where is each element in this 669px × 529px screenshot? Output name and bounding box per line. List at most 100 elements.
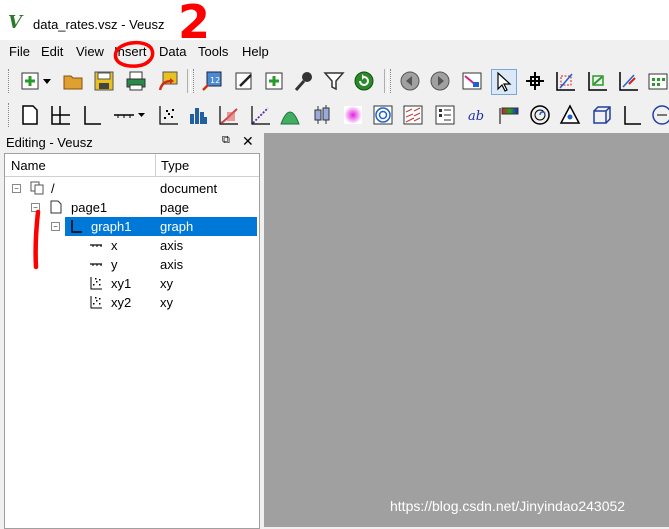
tree-row[interactable]: − / document xyxy=(5,179,257,198)
edit-data-icon[interactable] xyxy=(232,69,256,93)
editing-panel: Editing - Veusz ⧉ ✕ Name Type − / docume… xyxy=(0,133,262,529)
axis-icon[interactable] xyxy=(112,103,146,127)
toolbar-grip[interactable] xyxy=(8,69,12,93)
tree-item-name: xy2 xyxy=(111,295,132,310)
menu-edit[interactable]: Edit xyxy=(41,44,63,59)
menu-bar: File Edit View Insert Data Tools Help xyxy=(0,42,669,62)
window-title: data_rates.vsz - Veusz xyxy=(33,17,165,32)
colorbar-icon[interactable] xyxy=(497,103,521,127)
bar-icon[interactable] xyxy=(186,103,210,127)
axis-icon xyxy=(90,263,102,266)
open-folder-icon[interactable] xyxy=(61,69,85,93)
image-icon[interactable] xyxy=(341,103,365,127)
zoom-out-icon[interactable] xyxy=(616,69,640,93)
select-pointer-icon[interactable] xyxy=(491,69,517,95)
tree-item-name: xy1 xyxy=(111,276,132,291)
tree-item-type: graph xyxy=(160,219,194,234)
toolbar-grip[interactable] xyxy=(193,69,197,93)
tree-row[interactable]: xy2 xy xyxy=(5,293,257,312)
document-root-icon xyxy=(30,181,44,195)
tree-item-type: axis xyxy=(160,257,184,272)
tree-item-type: axis xyxy=(160,238,184,253)
ellipse-icon[interactable] xyxy=(650,103,669,127)
xy-icon[interactable] xyxy=(156,103,180,127)
close-icon[interactable]: ✕ xyxy=(242,133,254,150)
axis-icon xyxy=(90,244,102,247)
menu-tools[interactable]: Tools xyxy=(198,44,228,59)
collapse-icon[interactable]: − xyxy=(51,222,60,231)
graph-icon xyxy=(71,220,82,233)
xy-icon xyxy=(90,296,102,309)
histogram-icon[interactable] xyxy=(278,103,302,127)
previous-page-icon[interactable] xyxy=(398,69,422,93)
contour-icon[interactable] xyxy=(371,103,395,127)
graph-icon[interactable] xyxy=(80,103,104,127)
title-bar: V data_rates.vsz - Veusz xyxy=(0,0,669,40)
tree-row[interactable]: − page1 page xyxy=(5,198,257,217)
dropdown-arrow-icon[interactable] xyxy=(40,69,54,93)
zoom-graph-icon[interactable] xyxy=(460,69,484,93)
tree-item-name: page1 xyxy=(71,200,108,215)
fit-icon[interactable] xyxy=(216,103,240,127)
widget-tree[interactable]: Name Type − / document − page1 page − gr… xyxy=(4,153,260,529)
capture-data-icon[interactable] xyxy=(292,69,316,93)
reload-data-icon[interactable] xyxy=(352,69,376,93)
panel-title: Editing - Veusz xyxy=(6,135,93,150)
pick-point-icon[interactable] xyxy=(523,69,547,93)
function-icon[interactable] xyxy=(248,103,272,127)
grid-icon[interactable] xyxy=(48,103,72,127)
tree-row[interactable]: y axis xyxy=(5,255,257,274)
tree-row-selected[interactable]: − graph1 graph xyxy=(5,217,257,236)
zoom-in-icon[interactable] xyxy=(585,69,609,93)
menu-insert[interactable]: Insert xyxy=(114,44,147,59)
menu-help[interactable]: Help xyxy=(242,44,269,59)
menu-view[interactable]: View xyxy=(76,44,104,59)
tree-item-name: graph1 xyxy=(91,219,132,234)
toolbar-grip[interactable] xyxy=(8,103,12,127)
zoom-axes-icon[interactable] xyxy=(553,69,577,93)
tree-item-name: y xyxy=(111,257,118,272)
page-icon xyxy=(50,200,62,214)
ternary-icon[interactable] xyxy=(558,103,582,127)
collapse-icon[interactable]: − xyxy=(31,203,40,212)
menu-data[interactable]: Data xyxy=(159,44,186,59)
tree-header: Name Type xyxy=(5,154,259,177)
float-panel-icon[interactable]: ⧉ xyxy=(222,134,230,147)
toolbar-grip[interactable] xyxy=(390,69,394,93)
print-icon[interactable] xyxy=(124,69,148,93)
label-icon[interactable]: ab xyxy=(465,103,489,127)
tree-item-name: x xyxy=(111,238,118,253)
tree-item-type: xy xyxy=(160,276,173,291)
import-data-icon[interactable]: 12 xyxy=(200,69,224,93)
boxplot-icon[interactable] xyxy=(310,103,334,127)
polar-icon[interactable] xyxy=(528,103,552,127)
watermark: https://blog.csdn.net/Jinyindao243052 xyxy=(390,498,626,514)
column-header-name[interactable]: Name xyxy=(5,154,156,176)
vectorfield-icon[interactable] xyxy=(401,103,425,127)
tree-item-type: page xyxy=(160,200,189,215)
plot-canvas[interactable] xyxy=(264,133,669,527)
menu-file[interactable]: File xyxy=(9,44,30,59)
panel-header: Editing - Veusz ⧉ ✕ xyxy=(0,133,262,153)
tree-item-type: document xyxy=(160,181,218,196)
xy-icon xyxy=(90,277,102,290)
tree-row[interactable]: x axis xyxy=(5,236,257,255)
svg-text:12: 12 xyxy=(210,76,220,85)
column-header-type[interactable]: Type xyxy=(161,158,189,173)
next-page-icon[interactable] xyxy=(428,69,452,93)
page-icon[interactable] xyxy=(18,103,42,127)
create-dataset-icon[interactable] xyxy=(262,69,286,93)
collapse-icon[interactable]: − xyxy=(12,184,21,193)
save-icon[interactable] xyxy=(92,69,116,93)
key-icon[interactable] xyxy=(433,103,457,127)
3d-scene-icon[interactable] xyxy=(590,103,614,127)
tree-row[interactable]: xy1 xy xyxy=(5,274,257,293)
filter-data-icon[interactable] xyxy=(322,69,346,93)
full-page-icon[interactable] xyxy=(646,69,669,93)
new-document-icon[interactable] xyxy=(18,69,42,93)
export-icon[interactable] xyxy=(156,69,180,93)
insert-toolbar: ab xyxy=(0,99,669,131)
tree-item-name: / xyxy=(51,181,55,196)
tree-item-type: xy xyxy=(160,295,173,310)
line-icon[interactable] xyxy=(620,103,644,127)
